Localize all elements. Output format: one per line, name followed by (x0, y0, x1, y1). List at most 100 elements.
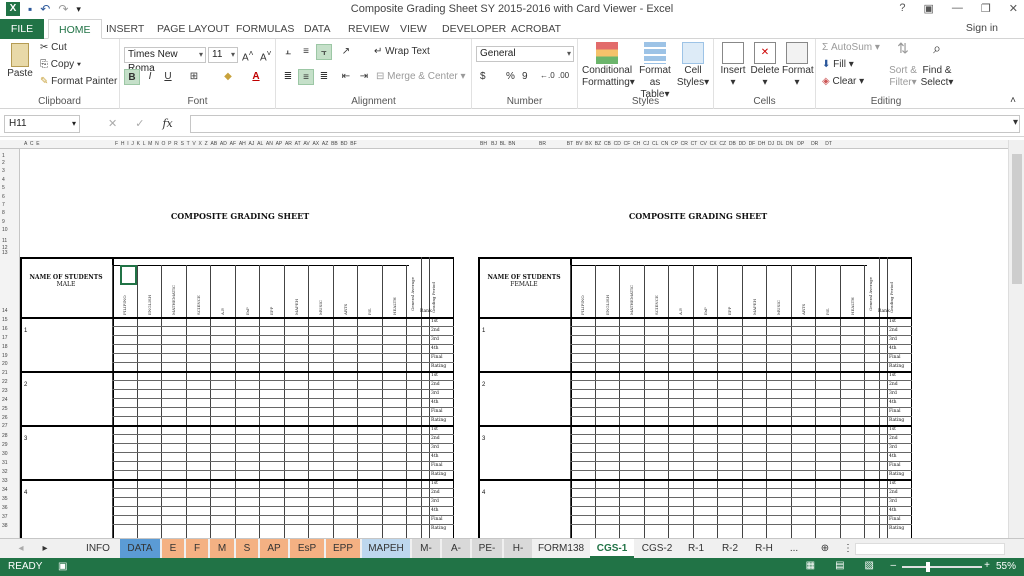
tab-file[interactable]: FILE (0, 19, 44, 39)
row-number[interactable]: 26 (2, 415, 8, 421)
currency-button[interactable]: $ (480, 71, 486, 82)
sheet-tab-h[interactable]: H- (504, 539, 532, 558)
student-number[interactable]: 1 (482, 328, 485, 334)
italic-button[interactable]: I (142, 69, 158, 85)
sheet-tab-a[interactable]: A- (442, 539, 470, 558)
row-number[interactable]: 7 (2, 202, 5, 208)
expand-formula-icon[interactable]: ▾ (1013, 117, 1018, 128)
sheet-tab-r-h[interactable]: R-H (748, 539, 780, 558)
sheet-tab-m[interactable]: M (210, 539, 234, 558)
name-box[interactable]: H11 (4, 115, 80, 133)
row-number[interactable]: 24 (2, 397, 8, 403)
font-size-select[interactable]: 11 (208, 47, 238, 63)
row-number[interactable]: 16 (2, 326, 8, 332)
row-number[interactable]: 11 (2, 238, 7, 244)
page-break-view-icon[interactable]: ▧ (865, 560, 874, 571)
fill-button[interactable]: ⬇ Fill ▾ (822, 59, 854, 70)
collapse-ribbon-icon[interactable]: ˄ (1010, 95, 1016, 106)
tab-view[interactable]: VIEW (400, 19, 427, 39)
orientation-icon[interactable]: ↗ (338, 44, 354, 60)
selected-cell[interactable] (120, 265, 137, 285)
row-number[interactable]: 35 (2, 496, 8, 502)
row-number[interactable]: 28 (2, 433, 8, 439)
sheet-tab-r-2[interactable]: R-2 (714, 539, 746, 558)
row-number[interactable]: 30 (2, 451, 8, 457)
row-number[interactable]: 15 (2, 317, 8, 323)
format-cells-button[interactable]: Format ▾ (782, 42, 814, 89)
number-format-select[interactable]: General (476, 46, 574, 62)
row-number[interactable]: 36 (2, 505, 8, 511)
delete-cells-button[interactable]: ✕ Delete ▾ (750, 42, 780, 89)
paste-button[interactable]: Paste (6, 43, 34, 80)
increase-indent-icon[interactable]: ⇥ (356, 69, 372, 85)
row-number[interactable]: 21 (2, 370, 8, 376)
align-left-icon[interactable]: ≣ (280, 69, 296, 85)
row-number[interactable]: 6 (2, 194, 5, 200)
find-select-button[interactable]: ⌕ Find & Select▾ (920, 41, 954, 89)
row-number[interactable]: 37 (2, 514, 8, 520)
sheet-tab-esp[interactable]: EsP (290, 539, 324, 558)
conditional-formatting-button[interactable]: Conditional Formatting▾ (582, 42, 635, 89)
tab-page-layout[interactable]: PAGE LAYOUT (157, 19, 230, 39)
insert-cells-button[interactable]: Insert ▾ (718, 42, 748, 89)
sheet-tab-more[interactable]: ... (782, 539, 806, 558)
sheet-tab-epp[interactable]: EPP (326, 539, 360, 558)
zoom-slider-knob[interactable] (926, 562, 930, 572)
format-as-table-button[interactable]: Format as Table▾ (634, 42, 676, 101)
row-number[interactable]: 8 (2, 210, 5, 216)
sheet-tab-pe[interactable]: PE- (472, 539, 502, 558)
scroll-tabs-right-icon[interactable]: ▸ (38, 539, 52, 558)
enter-icon[interactable]: ✓ (135, 117, 144, 130)
formula-input[interactable] (190, 115, 1020, 133)
student-number[interactable]: 1 (24, 328, 27, 334)
worksheet-grid[interactable]: A C E F H I J K L M N O P R S T V X Z AB… (0, 140, 1024, 538)
ribbon-display-icon[interactable]: ▣ (924, 2, 934, 15)
merge-center-button[interactable]: ⊟ Merge & Center ▾ (376, 71, 466, 82)
cancel-icon[interactable]: ✕ (108, 117, 117, 130)
insert-function-icon[interactable]: fx (162, 117, 172, 130)
tab-formulas[interactable]: FORMULAS (236, 19, 294, 39)
more-options-icon[interactable]: ⋮ (842, 539, 854, 558)
sheet-tab-form138[interactable]: FORM138 (534, 539, 588, 558)
sheet-tab-cgs-2[interactable]: CGS-2 (636, 539, 678, 558)
align-top-icon[interactable]: ⫠ (280, 44, 296, 60)
student-number[interactable]: 3 (482, 436, 485, 442)
row-number[interactable]: 23 (2, 388, 8, 394)
row-number[interactable]: 31 (2, 460, 8, 466)
row-number[interactable]: 13 (2, 250, 8, 256)
zoom-out-icon[interactable]: – (890, 560, 896, 571)
minimize-button[interactable]: — (952, 2, 963, 15)
borders-icon[interactable]: ⊞ (186, 69, 202, 85)
normal-view-icon[interactable]: ▦ (806, 560, 815, 571)
help-icon[interactable]: ? (899, 2, 905, 15)
sheet-tab-s[interactable]: S (236, 539, 258, 558)
decrease-indent-icon[interactable]: ⇤ (338, 69, 354, 85)
grow-font-button[interactable]: A˄ (242, 48, 254, 63)
new-sheet-icon[interactable]: ⊕ (818, 539, 832, 558)
font-name-select[interactable]: Times New Roma (124, 47, 206, 74)
row-number[interactable]: 33 (2, 478, 8, 484)
sheet-tab-r-1[interactable]: R-1 (680, 539, 712, 558)
row-number[interactable]: 4 (2, 177, 5, 183)
grading-table-female[interactable]: FILIPINO ENGLISH MATHEMATIC SCIENCE A.P. EsP E… (478, 257, 912, 538)
student-number[interactable]: 4 (24, 490, 27, 496)
format-painter-button[interactable]: ✎ Format Painter (40, 76, 117, 87)
row-number[interactable]: 5 (2, 185, 5, 191)
underline-button[interactable]: U (160, 69, 176, 85)
macro-record-icon[interactable]: ▣ (58, 561, 67, 572)
student-number[interactable]: 4 (482, 490, 485, 496)
row-number[interactable]: 1 (2, 153, 5, 159)
grading-table-male[interactable]: FILIPINO ENGLISH MATHEMATIC SCIENCE A.P. EsP E… (20, 257, 454, 538)
vertical-scrollbar[interactable] (1008, 140, 1024, 538)
tab-developer[interactable]: DEVELOPER (442, 19, 506, 39)
row-number[interactable]: 17 (2, 335, 8, 341)
copy-button[interactable]: ⎘ Copy ▾ (40, 59, 81, 70)
sheet-tab-cgs-1[interactable]: CGS-1 (590, 539, 634, 558)
student-number[interactable]: 2 (482, 382, 485, 388)
align-right-icon[interactable]: ≣ (316, 69, 332, 85)
percent-button[interactable]: % (506, 71, 515, 82)
row-number[interactable]: 34 (2, 487, 8, 493)
scroll-tabs-left-icon[interactable]: ◂ (14, 539, 28, 558)
page-layout-view-icon[interactable]: ▤ (835, 560, 844, 571)
sheet-tab-e[interactable]: E (162, 539, 184, 558)
